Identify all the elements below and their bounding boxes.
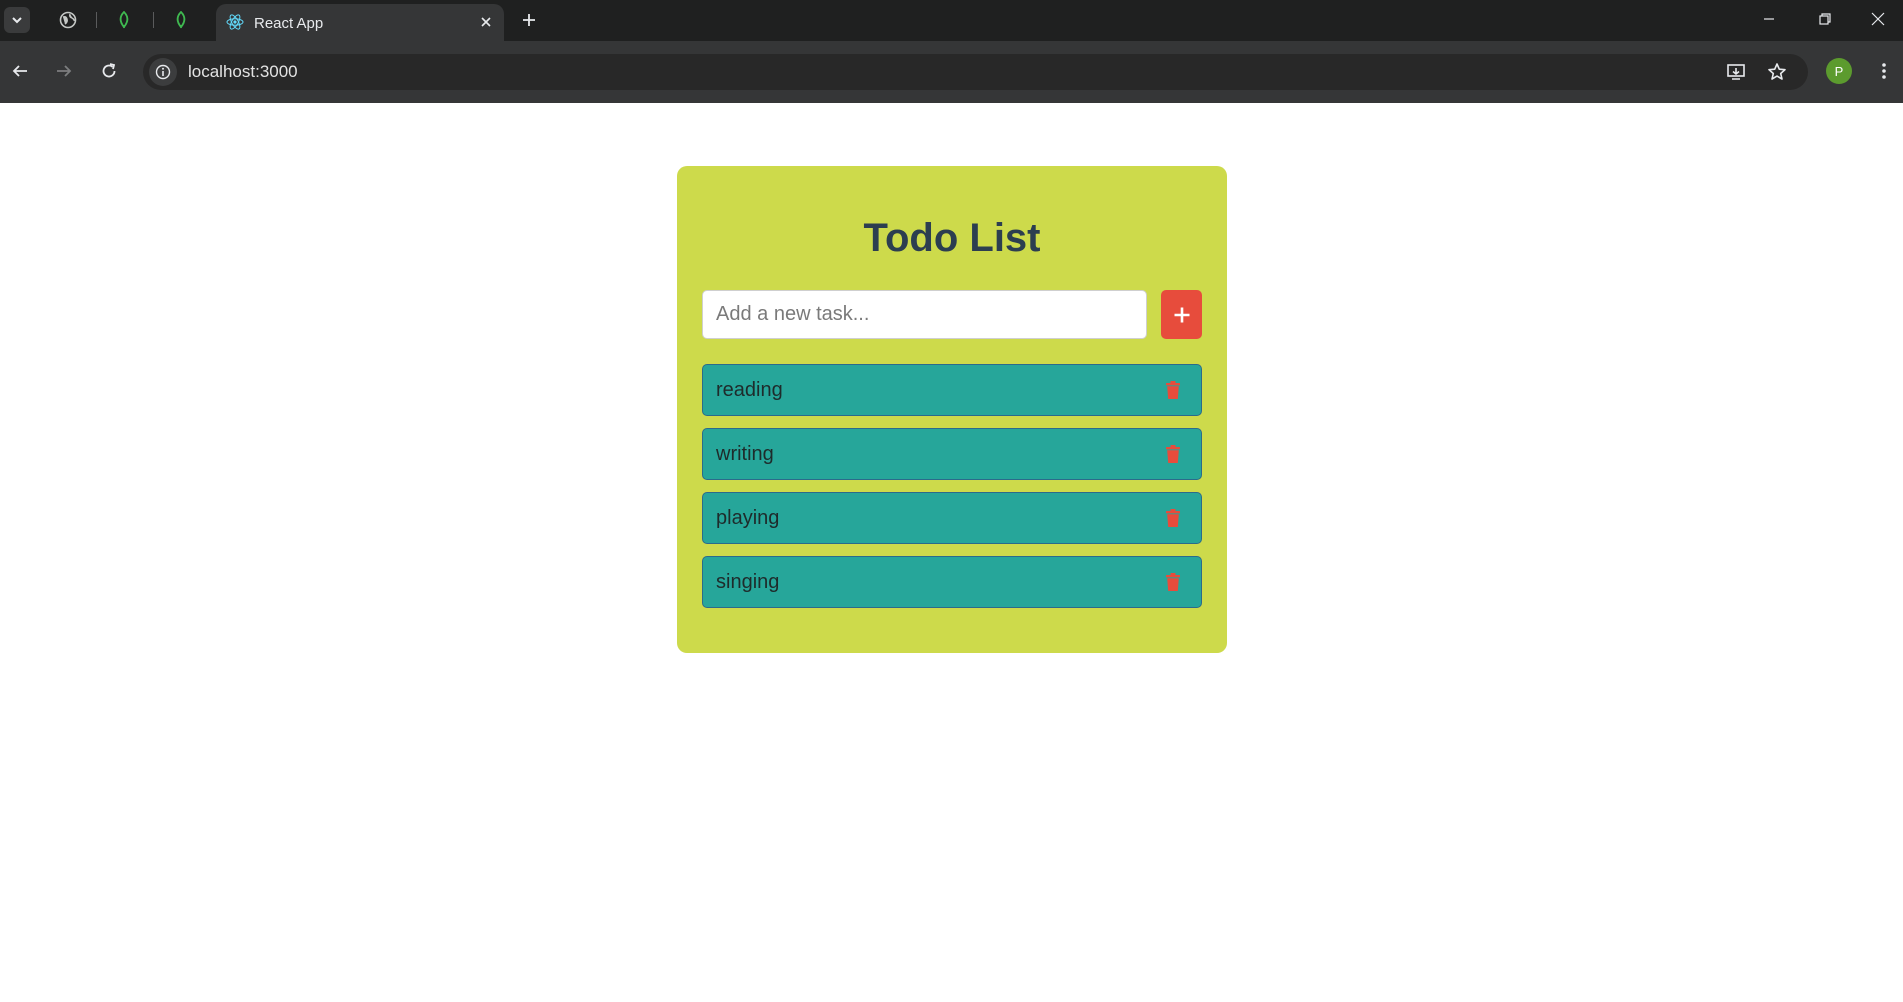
browser-toolbar: localhost:3000 P bbox=[0, 41, 1903, 103]
reload-icon bbox=[102, 63, 116, 78]
trash-icon bbox=[1166, 381, 1180, 399]
trash-icon bbox=[1166, 509, 1180, 527]
back-arrow-icon bbox=[12, 65, 27, 77]
plus-icon bbox=[523, 14, 535, 26]
trash-icon bbox=[1166, 573, 1180, 591]
install-app-icon bbox=[1727, 64, 1745, 80]
todo-list: reading writing playing singing bbox=[702, 364, 1202, 620]
pinned-tab-2[interactable] bbox=[106, 6, 142, 34]
browser-menu-button[interactable] bbox=[1872, 58, 1896, 84]
globe-icon bbox=[59, 11, 77, 29]
todo-item[interactable]: writing bbox=[702, 428, 1202, 480]
todo-text: reading bbox=[716, 379, 783, 401]
add-task-button[interactable] bbox=[1161, 290, 1202, 339]
address-bar[interactable]: localhost:3000 bbox=[143, 54, 1808, 90]
plus-icon bbox=[1174, 307, 1189, 322]
minimize-button[interactable] bbox=[1741, 0, 1797, 38]
close-icon bbox=[1871, 12, 1885, 26]
pinned-tab-3[interactable] bbox=[163, 6, 199, 34]
delete-task-button[interactable] bbox=[1162, 570, 1184, 594]
delete-task-button[interactable] bbox=[1162, 506, 1184, 530]
tab-separator bbox=[153, 12, 154, 28]
todo-item[interactable]: playing bbox=[702, 492, 1202, 544]
forward-button[interactable] bbox=[49, 56, 79, 86]
forward-arrow-icon bbox=[57, 65, 72, 77]
bookmark-button[interactable] bbox=[1763, 58, 1791, 86]
tab-react-app[interactable]: React App bbox=[216, 4, 504, 41]
new-tab-button[interactable] bbox=[516, 7, 542, 33]
star-icon bbox=[1768, 63, 1786, 80]
todo-item[interactable]: reading bbox=[702, 364, 1202, 416]
pinned-tab-1[interactable] bbox=[50, 6, 86, 34]
tab-title: React App bbox=[254, 15, 324, 32]
close-window-button[interactable] bbox=[1853, 0, 1903, 38]
page-title: Todo List bbox=[863, 216, 1041, 260]
tab-search-button[interactable] bbox=[4, 7, 30, 33]
new-task-input[interactable] bbox=[702, 290, 1147, 339]
tab-close-button[interactable] bbox=[476, 12, 496, 32]
browser-tab-bar: React App bbox=[0, 0, 1903, 41]
close-icon bbox=[481, 17, 491, 27]
delete-task-button[interactable] bbox=[1162, 442, 1184, 466]
more-vert-icon bbox=[1882, 63, 1886, 79]
mongodb-leaf-icon bbox=[119, 11, 129, 29]
site-info-icon bbox=[155, 64, 171, 80]
todo-text: singing bbox=[716, 571, 780, 593]
mongodb-leaf-icon bbox=[176, 11, 186, 29]
todo-text: writing bbox=[716, 443, 774, 465]
install-app-button[interactable] bbox=[1722, 58, 1750, 86]
chevron-down-icon bbox=[12, 17, 22, 24]
reload-button[interactable] bbox=[94, 56, 124, 86]
todo-text: playing bbox=[716, 507, 780, 529]
trash-icon bbox=[1166, 445, 1180, 463]
restore-button[interactable] bbox=[1797, 0, 1853, 38]
url-text: localhost:3000 bbox=[188, 62, 298, 81]
restore-icon bbox=[1819, 13, 1831, 25]
todo-item[interactable]: singing bbox=[702, 556, 1202, 608]
site-info-button[interactable] bbox=[149, 58, 177, 86]
back-button[interactable] bbox=[5, 56, 35, 86]
minimize-icon bbox=[1764, 18, 1774, 20]
delete-task-button[interactable] bbox=[1162, 378, 1184, 402]
profile-avatar[interactable]: P bbox=[1826, 58, 1852, 84]
react-atom-icon bbox=[226, 14, 244, 30]
tab-separator bbox=[96, 12, 97, 28]
todo-card: Todo List reading writing playing singin… bbox=[677, 166, 1227, 653]
